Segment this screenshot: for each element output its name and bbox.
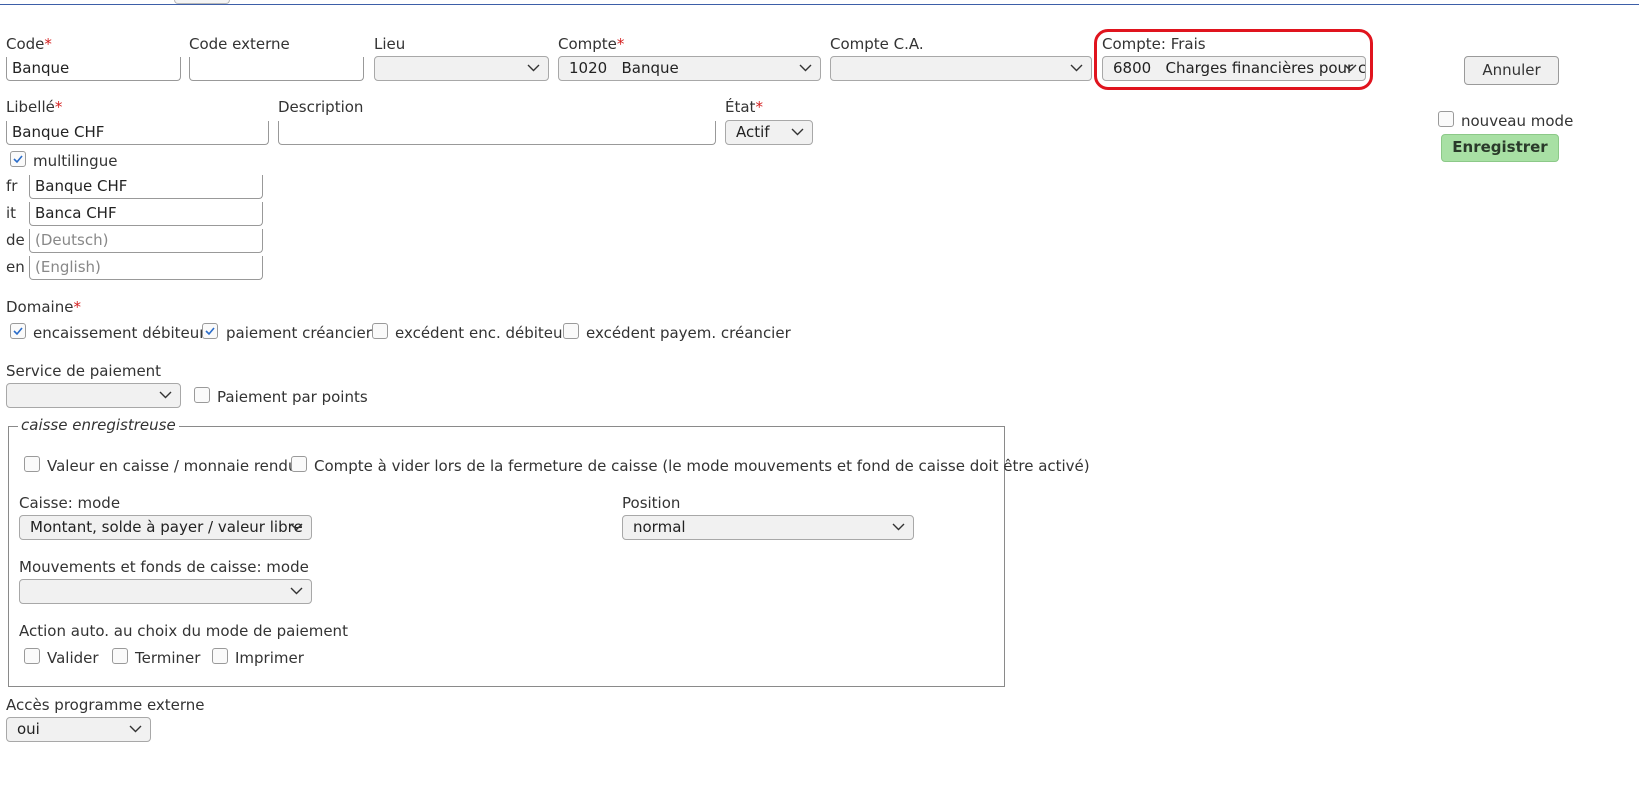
etat-label: État* bbox=[725, 98, 763, 116]
chevron-down-icon bbox=[290, 587, 303, 595]
chevron-down-icon bbox=[892, 523, 905, 531]
etat-value: Actif bbox=[736, 123, 770, 141]
valider-label: Valider bbox=[47, 649, 99, 667]
action-auto-label: Action auto. au choix du mode de paiemen… bbox=[19, 622, 348, 640]
position-value: normal bbox=[633, 518, 686, 536]
check-icon bbox=[13, 327, 23, 336]
chevron-down-icon bbox=[791, 128, 804, 136]
chevron-down-icon bbox=[159, 391, 172, 399]
chevron-down-icon bbox=[799, 64, 812, 72]
code-label: Code* bbox=[6, 35, 52, 53]
acces-externe-label: Accès programme externe bbox=[6, 696, 205, 714]
lang-de-input[interactable]: (Deutsch) bbox=[29, 229, 263, 253]
lang-it-input[interactable]: Banca CHF bbox=[29, 202, 263, 226]
compte-select[interactable]: 1020 Banque bbox=[558, 56, 821, 81]
compte-label: Compte* bbox=[558, 35, 625, 53]
compte-value: 1020 Banque bbox=[569, 59, 679, 77]
compte-ca-label: Compte C.A. bbox=[830, 35, 924, 53]
etat-select[interactable]: Actif bbox=[725, 120, 813, 145]
domaine-excedent-enc-checkbox[interactable] bbox=[372, 323, 388, 339]
caisse-mode-select[interactable]: Montant, solde à payer / valeur libre bbox=[19, 515, 312, 540]
position-select[interactable]: normal bbox=[622, 515, 914, 540]
domaine-excedent-enc-label: excédent enc. débiteur bbox=[395, 324, 569, 342]
domaine-encaissement-checkbox[interactable] bbox=[10, 323, 26, 339]
mouvements-label: Mouvements et fonds de caisse: mode bbox=[19, 558, 309, 576]
top-rule bbox=[0, 4, 1639, 5]
domaine-excedent-payem-label: excédent payem. créancier bbox=[586, 324, 791, 342]
paiement-points-checkbox[interactable] bbox=[194, 387, 210, 403]
lang-en-label: en bbox=[6, 258, 25, 276]
service-paiement-label: Service de paiement bbox=[6, 362, 162, 380]
enregistrer-button[interactable]: Enregistrer bbox=[1441, 134, 1559, 162]
lang-de-label: de bbox=[6, 231, 25, 249]
domaine-label: Domaine* bbox=[6, 298, 81, 316]
domaine-excedent-payem-checkbox[interactable] bbox=[563, 323, 579, 339]
chevron-down-icon bbox=[1070, 64, 1083, 72]
compte-ca-select[interactable] bbox=[830, 56, 1092, 81]
domaine-paiement-label: paiement créancier bbox=[226, 324, 372, 342]
valider-checkbox[interactable] bbox=[24, 648, 40, 664]
lieu-select[interactable] bbox=[374, 56, 549, 81]
highlight-outline bbox=[1094, 29, 1373, 90]
code-input[interactable]: Banque bbox=[6, 57, 181, 81]
lang-en-input[interactable]: (English) bbox=[29, 256, 263, 280]
chevron-down-icon bbox=[290, 523, 303, 531]
nouveau-mode-label: nouveau mode bbox=[1461, 112, 1574, 130]
nouveau-mode-checkbox[interactable] bbox=[1438, 111, 1454, 127]
lang-fr-input[interactable]: Banque CHF bbox=[29, 175, 263, 199]
description-input[interactable] bbox=[278, 121, 716, 145]
acces-externe-value: oui bbox=[17, 720, 40, 738]
check-icon bbox=[205, 327, 215, 336]
chevron-down-icon bbox=[527, 64, 540, 72]
valeur-caisse-checkbox[interactable] bbox=[24, 456, 40, 472]
caisse-legend: caisse enregistreuse bbox=[18, 416, 179, 434]
caisse-mode-label: Caisse: mode bbox=[19, 494, 121, 512]
domaine-paiement-checkbox[interactable] bbox=[202, 323, 218, 339]
service-paiement-select[interactable] bbox=[6, 383, 181, 408]
code-externe-label: Code externe bbox=[189, 35, 290, 53]
acces-externe-select[interactable]: oui bbox=[6, 717, 151, 742]
lieu-label: Lieu bbox=[374, 35, 406, 53]
tab-edge[interactable] bbox=[174, 0, 230, 4]
domaine-encaissement-label: encaissement débiteur bbox=[33, 324, 206, 342]
multilingue-checkbox[interactable] bbox=[10, 151, 26, 167]
annuler-button[interactable]: Annuler bbox=[1464, 56, 1559, 85]
code-externe-input[interactable] bbox=[189, 57, 364, 81]
chevron-down-icon bbox=[129, 725, 142, 733]
compte-vider-checkbox[interactable] bbox=[291, 456, 307, 472]
imprimer-label: Imprimer bbox=[235, 649, 304, 667]
mouvements-select[interactable] bbox=[19, 579, 312, 604]
compte-vider-label: Compte à vider lors de la fermeture de c… bbox=[314, 457, 1090, 475]
caisse-mode-value: Montant, solde à payer / valeur libre bbox=[30, 518, 303, 536]
multilingue-label: multilingue bbox=[33, 152, 118, 170]
check-icon bbox=[13, 155, 23, 164]
terminer-checkbox[interactable] bbox=[112, 648, 128, 664]
libelle-input[interactable]: Banque CHF bbox=[6, 121, 269, 145]
terminer-label: Terminer bbox=[135, 649, 201, 667]
lang-it-label: it bbox=[6, 204, 17, 222]
position-label: Position bbox=[622, 494, 681, 512]
valeur-caisse-label: Valeur en caisse / monnaie rendue bbox=[47, 457, 307, 475]
imprimer-checkbox[interactable] bbox=[212, 648, 228, 664]
lang-fr-label: fr bbox=[6, 177, 18, 195]
paiement-points-label: Paiement par points bbox=[217, 388, 368, 406]
description-label: Description bbox=[278, 98, 364, 116]
libelle-label: Libellé* bbox=[6, 98, 63, 116]
